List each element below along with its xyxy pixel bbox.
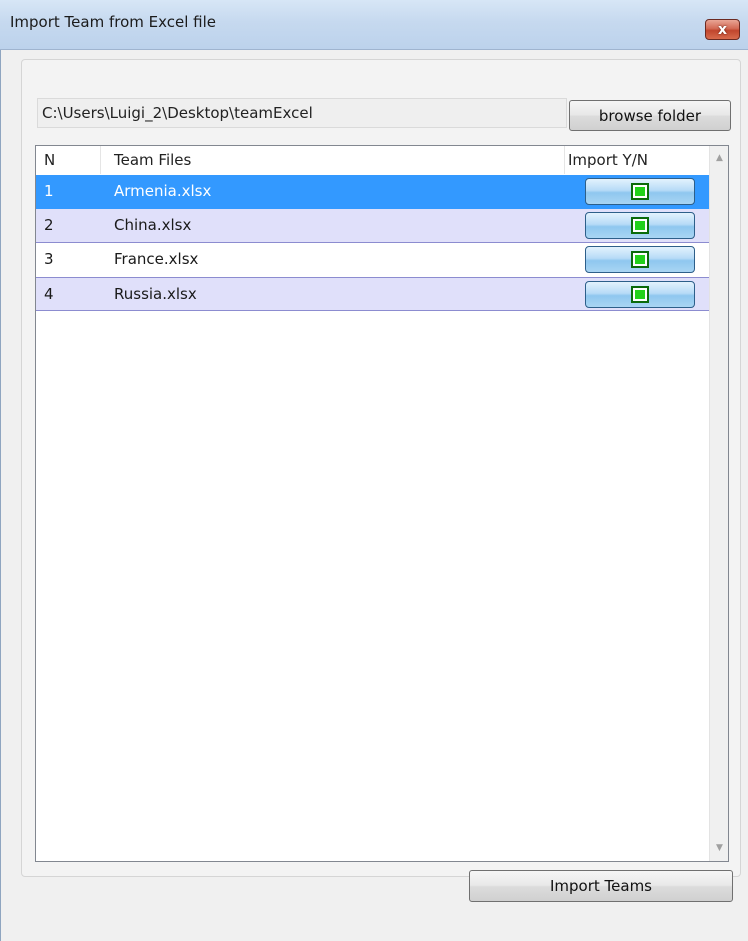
column-header-team-files[interactable]: Team Files	[114, 151, 191, 169]
column-header-import[interactable]: Import Y/N	[568, 151, 648, 169]
close-icon: x	[717, 21, 728, 38]
title-bar: Import Team from Excel file x	[0, 0, 748, 50]
import-toggle[interactable]	[585, 212, 695, 239]
browse-folder-button[interactable]: browse folder	[569, 100, 731, 131]
row-file-name: Russia.xlsx	[114, 285, 197, 303]
import-team-dialog: Import Team from Excel file x C:\Users\L…	[0, 0, 748, 941]
checked-icon	[631, 183, 649, 200]
folder-path-field[interactable]: C:\Users\Luigi_2\Desktop\teamExcel	[37, 98, 567, 128]
import-toggle[interactable]	[585, 178, 695, 205]
row-number: 4	[44, 285, 54, 303]
table-row[interactable]: 4 Russia.xlsx	[36, 277, 709, 311]
checked-icon	[631, 217, 649, 234]
table-row[interactable]: 1 Armenia.xlsx	[36, 175, 709, 209]
column-header-n[interactable]: N	[44, 151, 55, 169]
table-row[interactable]: 3 France.xlsx	[36, 243, 709, 277]
import-toggle[interactable]	[585, 281, 695, 308]
column-divider[interactable]	[100, 146, 101, 174]
scroll-up-arrow-icon[interactable]: ▲	[710, 148, 728, 168]
row-number: 2	[44, 216, 54, 234]
close-button[interactable]: x	[705, 19, 740, 40]
checked-icon	[631, 251, 649, 268]
vertical-scrollbar[interactable]: ▲ ▼	[709, 146, 728, 861]
dialog-body: C:\Users\Luigi_2\Desktop\teamExcel brows…	[0, 50, 748, 941]
list-header: N Team Files Import Y/N	[36, 146, 709, 174]
row-file-name: France.xlsx	[114, 250, 199, 268]
table-row[interactable]: 2 China.xlsx	[36, 209, 709, 243]
checked-icon	[631, 286, 649, 303]
import-teams-button[interactable]: Import Teams	[469, 870, 733, 902]
import-toggle[interactable]	[585, 246, 695, 273]
team-files-list[interactable]: N Team Files Import Y/N 1 Armenia.xlsx 2…	[35, 145, 729, 862]
row-file-name: Armenia.xlsx	[114, 182, 212, 200]
scroll-down-arrow-icon[interactable]: ▼	[710, 838, 728, 858]
row-number: 3	[44, 250, 54, 268]
column-divider[interactable]	[564, 146, 565, 174]
row-file-name: China.xlsx	[114, 216, 192, 234]
files-groupbox: C:\Users\Luigi_2\Desktop\teamExcel brows…	[21, 59, 741, 877]
window-title: Import Team from Excel file	[10, 13, 216, 31]
row-number: 1	[44, 182, 54, 200]
